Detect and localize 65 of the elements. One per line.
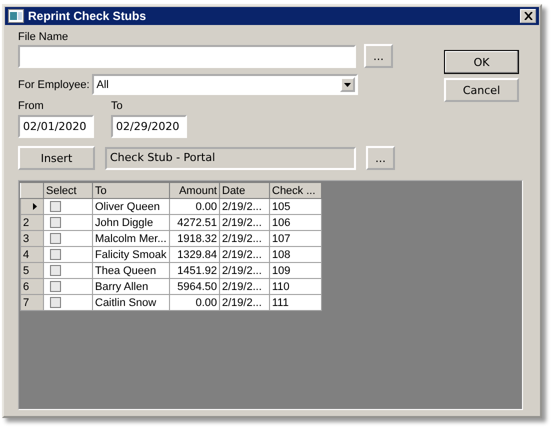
table-cell: 2/19/2... <box>220 230 270 246</box>
browse-button[interactable]: ... <box>366 146 395 170</box>
column-header[interactable]: Check ... <box>270 182 322 198</box>
window-icon <box>8 9 24 23</box>
column-header[interactable]: To <box>92 182 170 198</box>
column-header[interactable]: Date <box>220 182 270 198</box>
table-cell: 0.00 <box>170 294 220 310</box>
browse-button[interactable]: ... <box>364 44 393 68</box>
checkbox[interactable] <box>50 297 61 308</box>
table-cell: Barry Allen <box>92 278 170 294</box>
close-icon[interactable] <box>524 12 532 20</box>
file-name-field[interactable] <box>18 45 356 68</box>
row-header[interactable]: 6 <box>20 278 44 294</box>
date-field[interactable]: 02/29/2020 <box>111 115 187 138</box>
table-cell: 2/19/2... <box>220 278 270 294</box>
table-cell: 2/19/2... <box>220 246 270 262</box>
employee-dropdown[interactable]: All <box>92 74 358 95</box>
close-button[interactable] <box>520 9 536 23</box>
table-cell: 1918.32 <box>170 230 220 246</box>
date-field[interactable]: 02/01/2020 <box>18 115 94 138</box>
table-cell: Oliver Queen <box>92 198 170 214</box>
row-header[interactable]: 2 <box>20 214 44 230</box>
table-cell: 109 <box>270 262 322 278</box>
table-cell: 108 <box>270 246 322 262</box>
table-cell: John Diggle <box>92 214 170 230</box>
checkbox[interactable] <box>50 265 61 276</box>
field-label: File Name <box>18 30 70 44</box>
table-cell: 111 <box>270 294 322 310</box>
table-cell: 4272.51 <box>170 214 220 230</box>
row-header[interactable]: 7 <box>20 294 44 310</box>
current-row-icon <box>33 203 37 210</box>
table-cell: 105 <box>270 198 322 214</box>
table-cell: 110 <box>270 278 322 294</box>
table-cell: 107 <box>270 230 322 246</box>
table-cell: 2/19/2... <box>220 294 270 310</box>
row-header[interactable]: 5 <box>20 262 44 278</box>
table-cell: 1451.92 <box>170 262 220 278</box>
table-cell: 1329.84 <box>170 246 220 262</box>
checkbox[interactable] <box>50 281 61 292</box>
checkbox[interactable] <box>50 249 61 260</box>
dialog-button[interactable]: Cancel <box>444 78 519 102</box>
table-cell: 0.00 <box>170 198 220 214</box>
dialog-button[interactable]: OK <box>444 50 519 74</box>
table-cell: Falicity Smoak <box>92 246 170 262</box>
table-cell: 106 <box>270 214 322 230</box>
checkbox[interactable] <box>50 201 61 212</box>
table-cell: Malcolm Mer... <box>92 230 170 246</box>
checkbox[interactable] <box>50 217 61 228</box>
column-header[interactable]: Select <box>44 182 92 198</box>
field-label: From <box>18 99 45 113</box>
table-cell: 2/19/2... <box>220 262 270 278</box>
table-cell: 2/19/2... <box>220 198 270 214</box>
row-header[interactable]: 4 <box>20 246 44 262</box>
table-cell: 2/19/2... <box>220 214 270 230</box>
insert-button[interactable]: Insert <box>18 146 95 170</box>
table-cell: Caitlin Snow <box>92 294 170 310</box>
checkbox[interactable] <box>50 233 61 244</box>
field-label: To <box>111 99 124 113</box>
window-title: Reprint Check Stubs <box>28 9 148 23</box>
table-cell: Thea Queen <box>92 262 170 278</box>
column-header[interactable]: Amount <box>170 182 220 198</box>
row-header[interactable]: 3 <box>20 230 44 246</box>
field-label: For Employee: <box>18 78 90 92</box>
table-cell: 5964.50 <box>170 278 220 294</box>
template-field: Check Stub - Portal <box>105 146 356 170</box>
